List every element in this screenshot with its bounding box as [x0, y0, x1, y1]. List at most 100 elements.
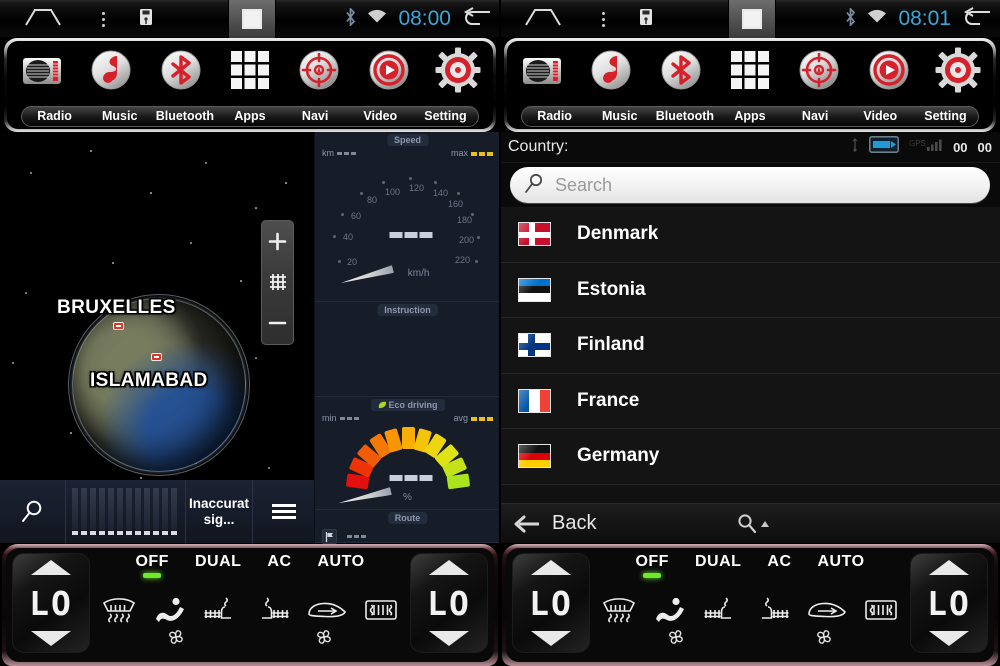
temp-up-button-passenger[interactable]: [429, 560, 469, 575]
country-list-item[interactable]: Denmark: [500, 207, 1000, 263]
overflow-menu-icon[interactable]: [102, 11, 105, 27]
launcher-label-video[interactable]: Video: [848, 107, 913, 126]
home-icon[interactable]: [24, 7, 62, 32]
launcher-label-setting[interactable]: Setting: [413, 107, 478, 126]
fan-icon[interactable]: [165, 627, 187, 652]
airflow-body-icon[interactable]: [153, 597, 187, 628]
air-recirculation-icon[interactable]: [307, 598, 347, 627]
temp-control-driver[interactable]: LO: [12, 553, 90, 653]
air-recirculation-icon[interactable]: [807, 598, 847, 627]
launcher-app-setting[interactable]: [424, 44, 493, 100]
front-defrost-icon[interactable]: [102, 597, 136, 628]
launcher-app-navi[interactable]: [785, 44, 854, 100]
seat-heat-right-icon[interactable]: [756, 596, 790, 629]
front-defrost-icon[interactable]: [602, 597, 636, 628]
footer-search-button[interactable]: [736, 513, 770, 534]
speed-value: [389, 232, 432, 238]
launcher-app-setting[interactable]: [924, 44, 993, 100]
zoom-in-button[interactable]: [262, 221, 293, 262]
climate-mode-ac[interactable]: AC: [767, 553, 791, 571]
search-box[interactable]: [510, 167, 990, 203]
temp-up-button-passenger[interactable]: [929, 560, 969, 575]
temp-control-passenger[interactable]: LO: [410, 553, 488, 653]
overflow-menu-icon[interactable]: [602, 11, 605, 27]
seat-heat-left-icon[interactable]: [204, 596, 238, 629]
back-arrow-icon[interactable]: [514, 515, 540, 533]
climate-mode-off[interactable]: OFF: [135, 553, 169, 578]
launcher-label-apps[interactable]: Apps: [217, 107, 282, 126]
launcher-label-music[interactable]: Music: [87, 107, 152, 126]
home-icon[interactable]: [524, 7, 562, 32]
usb-storage-icon[interactable]: [139, 8, 153, 31]
seat-heat-right-icon[interactable]: [256, 596, 290, 629]
seat-heat-left-icon[interactable]: [704, 596, 738, 629]
climate-mode-dual[interactable]: DUAL: [195, 553, 241, 571]
search-input[interactable]: [555, 174, 976, 196]
launcher-app-apps[interactable]: [215, 44, 284, 100]
map-grid-button[interactable]: [262, 262, 293, 303]
country-list[interactable]: Denmark Estonia Finland France Germany: [500, 207, 1000, 503]
route-row: [322, 529, 366, 544]
fan-icon[interactable]: [665, 627, 687, 652]
temp-up-button-driver[interactable]: [531, 560, 571, 575]
country-list-item[interactable]: Estonia: [500, 262, 1000, 318]
temp-down-button-passenger[interactable]: [429, 631, 469, 646]
launcher-label-video[interactable]: Video: [348, 107, 413, 126]
launcher-app-video[interactable]: [354, 44, 423, 100]
launcher-label-radio[interactable]: Radio: [22, 107, 87, 126]
fan-icon[interactable]: [813, 627, 835, 652]
launcher-app-video[interactable]: [854, 44, 923, 100]
launcher-label-apps[interactable]: Apps: [717, 107, 782, 126]
zoom-out-button[interactable]: [262, 303, 293, 344]
launcher-app-music[interactable]: [576, 44, 645, 100]
launcher-label-navi[interactable]: Navi: [283, 107, 348, 126]
climate-mode-auto[interactable]: AUTO: [818, 553, 865, 571]
temp-up-button-driver[interactable]: [31, 560, 71, 575]
launcher-label-setting[interactable]: Setting: [913, 107, 978, 126]
climate-mode-off[interactable]: OFF: [635, 553, 669, 578]
search-icon: [524, 173, 544, 198]
temp-control-driver[interactable]: LO: [512, 553, 590, 653]
radio-icon: [19, 47, 65, 98]
launcher-app-navi[interactable]: [285, 44, 354, 100]
temp-down-button-driver[interactable]: [531, 631, 571, 646]
launcher-app-bluetooth[interactable]: [146, 44, 215, 100]
airflow-body-icon[interactable]: [653, 597, 687, 628]
city-marker-islamabad[interactable]: [151, 353, 162, 361]
recents-square-icon[interactable]: [728, 0, 776, 38]
nav-menu-button[interactable]: [252, 480, 314, 543]
temp-down-button-passenger[interactable]: [929, 631, 969, 646]
launcher-app-radio[interactable]: [7, 44, 76, 100]
launcher-label-navi[interactable]: Navi: [783, 107, 848, 126]
launcher-label-radio[interactable]: Radio: [522, 107, 587, 126]
climate-mode-auto[interactable]: AUTO: [318, 553, 365, 571]
fan-icon[interactable]: [313, 627, 335, 652]
climate-mode-ac[interactable]: AC: [267, 553, 291, 571]
temp-control-passenger[interactable]: LO: [910, 553, 988, 653]
launcher-label-music[interactable]: Music: [587, 107, 652, 126]
back-arrow-icon[interactable]: [462, 7, 492, 31]
back-button-label[interactable]: Back: [552, 512, 596, 535]
rear-defrost-icon[interactable]: [364, 597, 398, 628]
country-list-item[interactable]: Finland: [500, 318, 1000, 374]
recents-square-icon[interactable]: [228, 0, 276, 38]
climate-mode-dual[interactable]: DUAL: [695, 553, 741, 571]
launcher-app-apps[interactable]: [715, 44, 784, 100]
usb-storage-icon[interactable]: [639, 8, 653, 31]
country-name: Germany: [577, 445, 660, 467]
temp-down-button-driver[interactable]: [31, 631, 71, 646]
rear-defrost-icon[interactable]: [864, 597, 898, 628]
nav-search-button[interactable]: [0, 480, 66, 543]
launcher-app-radio[interactable]: [507, 44, 576, 100]
launcher-label-bluetooth[interactable]: Bluetooth: [652, 107, 717, 126]
country-list-item[interactable]: Germany: [500, 429, 1000, 485]
launcher-label-bluetooth[interactable]: Bluetooth: [152, 107, 217, 126]
city-marker-bruxelles[interactable]: [113, 322, 124, 330]
climate-mode-label: AC: [767, 553, 792, 570]
country-list-item[interactable]: France: [500, 373, 1000, 429]
back-arrow-icon[interactable]: [962, 7, 992, 31]
flag-germany-icon: [518, 444, 551, 469]
eco-unit: %: [403, 492, 412, 503]
launcher-app-bluetooth[interactable]: [646, 44, 715, 100]
launcher-app-music[interactable]: [76, 44, 145, 100]
